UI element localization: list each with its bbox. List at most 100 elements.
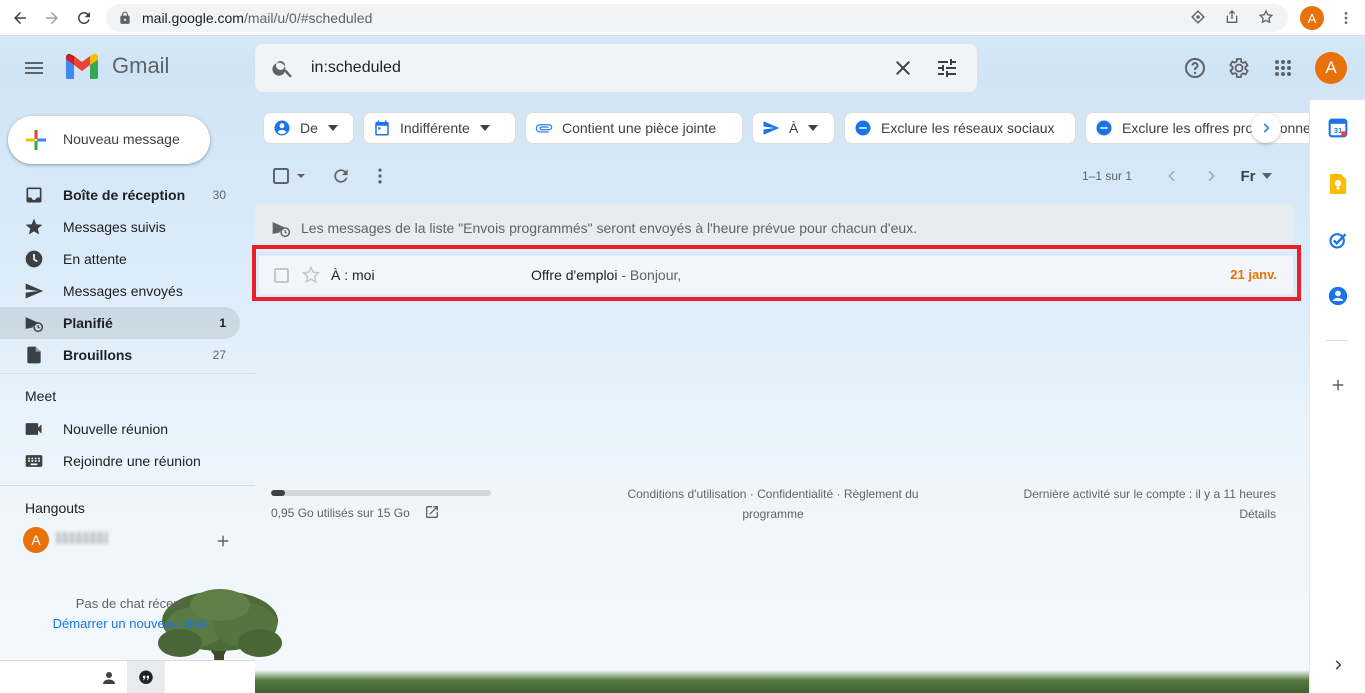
- google-tasks-icon[interactable]: [1328, 230, 1348, 250]
- next-page-icon[interactable]: [1201, 164, 1221, 188]
- show-side-panel-chevron-icon[interactable]: [1328, 655, 1348, 675]
- sidebar-item-join-meeting[interactable]: Rejoindre une réunion: [0, 445, 240, 477]
- sidebar-item-snoozed[interactable]: En attente: [0, 243, 240, 275]
- share-icon[interactable]: [1223, 8, 1241, 26]
- keyboard-icon: [24, 451, 44, 471]
- clock-icon: [24, 249, 44, 269]
- filter-chip-label: Indifférente: [400, 120, 470, 136]
- search-icon[interactable]: [271, 56, 295, 80]
- more-vert-icon[interactable]: [1336, 8, 1356, 28]
- address-bar[interactable]: mail.google.com/mail/u/0/#scheduled: [106, 4, 1288, 32]
- side-panel-divider: [1326, 340, 1348, 341]
- apps-grid-icon[interactable]: [1271, 56, 1295, 80]
- chat-quote-icon[interactable]: [137, 669, 155, 687]
- svg-text:31: 31: [1334, 126, 1342, 135]
- filter-chip-has-attachment[interactable]: Contient une pièce jointe: [525, 112, 743, 144]
- clear-search-icon[interactable]: [891, 56, 915, 80]
- scheduled-send-icon: [24, 313, 44, 333]
- unread-count: 27: [212, 348, 226, 362]
- filter-chip-from[interactable]: De: [263, 112, 354, 144]
- sidebar-item-label: Messages envoyés: [63, 283, 183, 299]
- filter-chip-to[interactable]: À: [752, 112, 835, 144]
- send-icon: [24, 281, 44, 301]
- forward-icon[interactable]: [36, 2, 68, 34]
- google-contacts-icon[interactable]: [1328, 286, 1348, 306]
- sidebar-item-scheduled[interactable]: Planifié 1: [0, 307, 240, 339]
- back-icon[interactable]: [4, 2, 36, 34]
- refresh-icon[interactable]: [330, 164, 352, 188]
- compose-label: Nouveau message: [63, 131, 180, 147]
- filter-chip-label: De: [300, 120, 318, 136]
- input-tools-label: Fr: [1240, 167, 1256, 185]
- sidebar-item-starred[interactable]: Messages suivis: [0, 211, 240, 243]
- browser-profile-avatar[interactable]: A: [1300, 6, 1324, 30]
- get-addons-plus-icon[interactable]: [1328, 375, 1348, 395]
- activity-details-link[interactable]: Détails: [1239, 507, 1276, 521]
- open-in-new-icon[interactable]: [424, 504, 440, 520]
- terms-line-1[interactable]: Conditions d'utilisation · Confidentiali…: [627, 487, 918, 501]
- dropdown-arrow-icon: [1261, 173, 1272, 179]
- hangouts-user-name-redacted: [56, 532, 108, 544]
- terms-line-2[interactable]: programme: [742, 507, 803, 521]
- gmail-logo[interactable]: Gmail: [64, 52, 169, 80]
- inbox-icon: [24, 185, 44, 205]
- footer-legal-links[interactable]: Conditions d'utilisation · Confidentiali…: [608, 484, 938, 524]
- sidebar-item-inbox[interactable]: Boîte de réception 30: [0, 179, 240, 211]
- settings-gear-icon[interactable]: [1227, 56, 1251, 80]
- compose-plus-icon: [26, 130, 46, 150]
- sidebar-item-label: Boîte de réception: [63, 187, 186, 203]
- main-menu-icon[interactable]: [22, 56, 46, 80]
- gmail-m-icon: [66, 53, 98, 79]
- dropdown-arrow-icon: [479, 123, 490, 133]
- contacts-person-icon[interactable]: [100, 669, 118, 687]
- chips-next-arrow-icon[interactable]: [1251, 113, 1281, 143]
- input-tools-button[interactable]: Fr: [1238, 164, 1274, 188]
- search-options-icon[interactable]: [935, 56, 959, 80]
- calendar-icon: [373, 119, 391, 137]
- compose-button[interactable]: Nouveau message: [8, 116, 210, 164]
- previous-page-icon[interactable]: [1162, 164, 1182, 188]
- more-options-icon[interactable]: [370, 164, 390, 188]
- browser-toolbar: mail.google.com/mail/u/0/#scheduled A: [0, 0, 1365, 36]
- filter-chip-exclude-social[interactable]: Exclure les réseaux sociaux: [844, 112, 1076, 144]
- sidebar-item-label: Brouillons: [63, 347, 133, 363]
- start-chat-link[interactable]: Démarrer un nouveau chat: [40, 614, 220, 634]
- sidebar-item-label: Planifié: [63, 315, 113, 331]
- reload-icon[interactable]: [68, 2, 100, 34]
- search-input[interactable]: [311, 56, 871, 80]
- sidebar-item-new-meeting[interactable]: Nouvelle réunion: [0, 413, 240, 445]
- sidebar-divider: [0, 485, 255, 486]
- star-icon: [24, 217, 44, 237]
- sidebar-item-sent[interactable]: Messages envoyés: [0, 275, 240, 307]
- last-activity-text: Dernière activité sur le compte : il y a…: [1023, 487, 1276, 501]
- filter-chip-date[interactable]: Indifférente: [363, 112, 516, 144]
- scheduled-send-icon: [271, 218, 291, 238]
- google-keep-icon[interactable]: [1328, 174, 1348, 194]
- dropdown-arrow-icon: [808, 123, 819, 133]
- send-icon: [762, 119, 780, 137]
- help-icon[interactable]: [1183, 56, 1207, 80]
- url-host: mail.google.com: [142, 10, 244, 26]
- search-bar: [255, 44, 977, 92]
- unread-count: 1: [219, 316, 226, 330]
- sidebar-item-drafts[interactable]: Brouillons 27: [0, 339, 240, 371]
- sidebar-item-label: Rejoindre une réunion: [63, 453, 201, 469]
- minus-circle-icon: [854, 119, 872, 137]
- hangouts-user-avatar[interactable]: A: [23, 527, 49, 553]
- add-chat-icon[interactable]: [214, 532, 232, 550]
- bookmark-star-icon[interactable]: [1257, 8, 1275, 26]
- hangouts-section-title: Hangouts: [25, 500, 85, 516]
- sidebar-item-label: En attente: [63, 251, 127, 267]
- draft-icon: [24, 345, 44, 365]
- dropdown-arrow-icon: [327, 123, 338, 133]
- sidebar-divider: [0, 373, 255, 374]
- person-circle-icon: [273, 119, 291, 137]
- storage-usage-fill: [271, 490, 285, 496]
- select-all-checkbox[interactable]: [272, 164, 308, 188]
- google-calendar-icon[interactable]: 31: [1328, 118, 1348, 138]
- attachment-icon: [535, 119, 553, 137]
- sidebar-item-label: Nouvelle réunion: [63, 421, 169, 437]
- account-avatar[interactable]: A: [1315, 52, 1347, 84]
- extension-icon[interactable]: [1189, 8, 1207, 26]
- unread-count: 30: [212, 188, 226, 202]
